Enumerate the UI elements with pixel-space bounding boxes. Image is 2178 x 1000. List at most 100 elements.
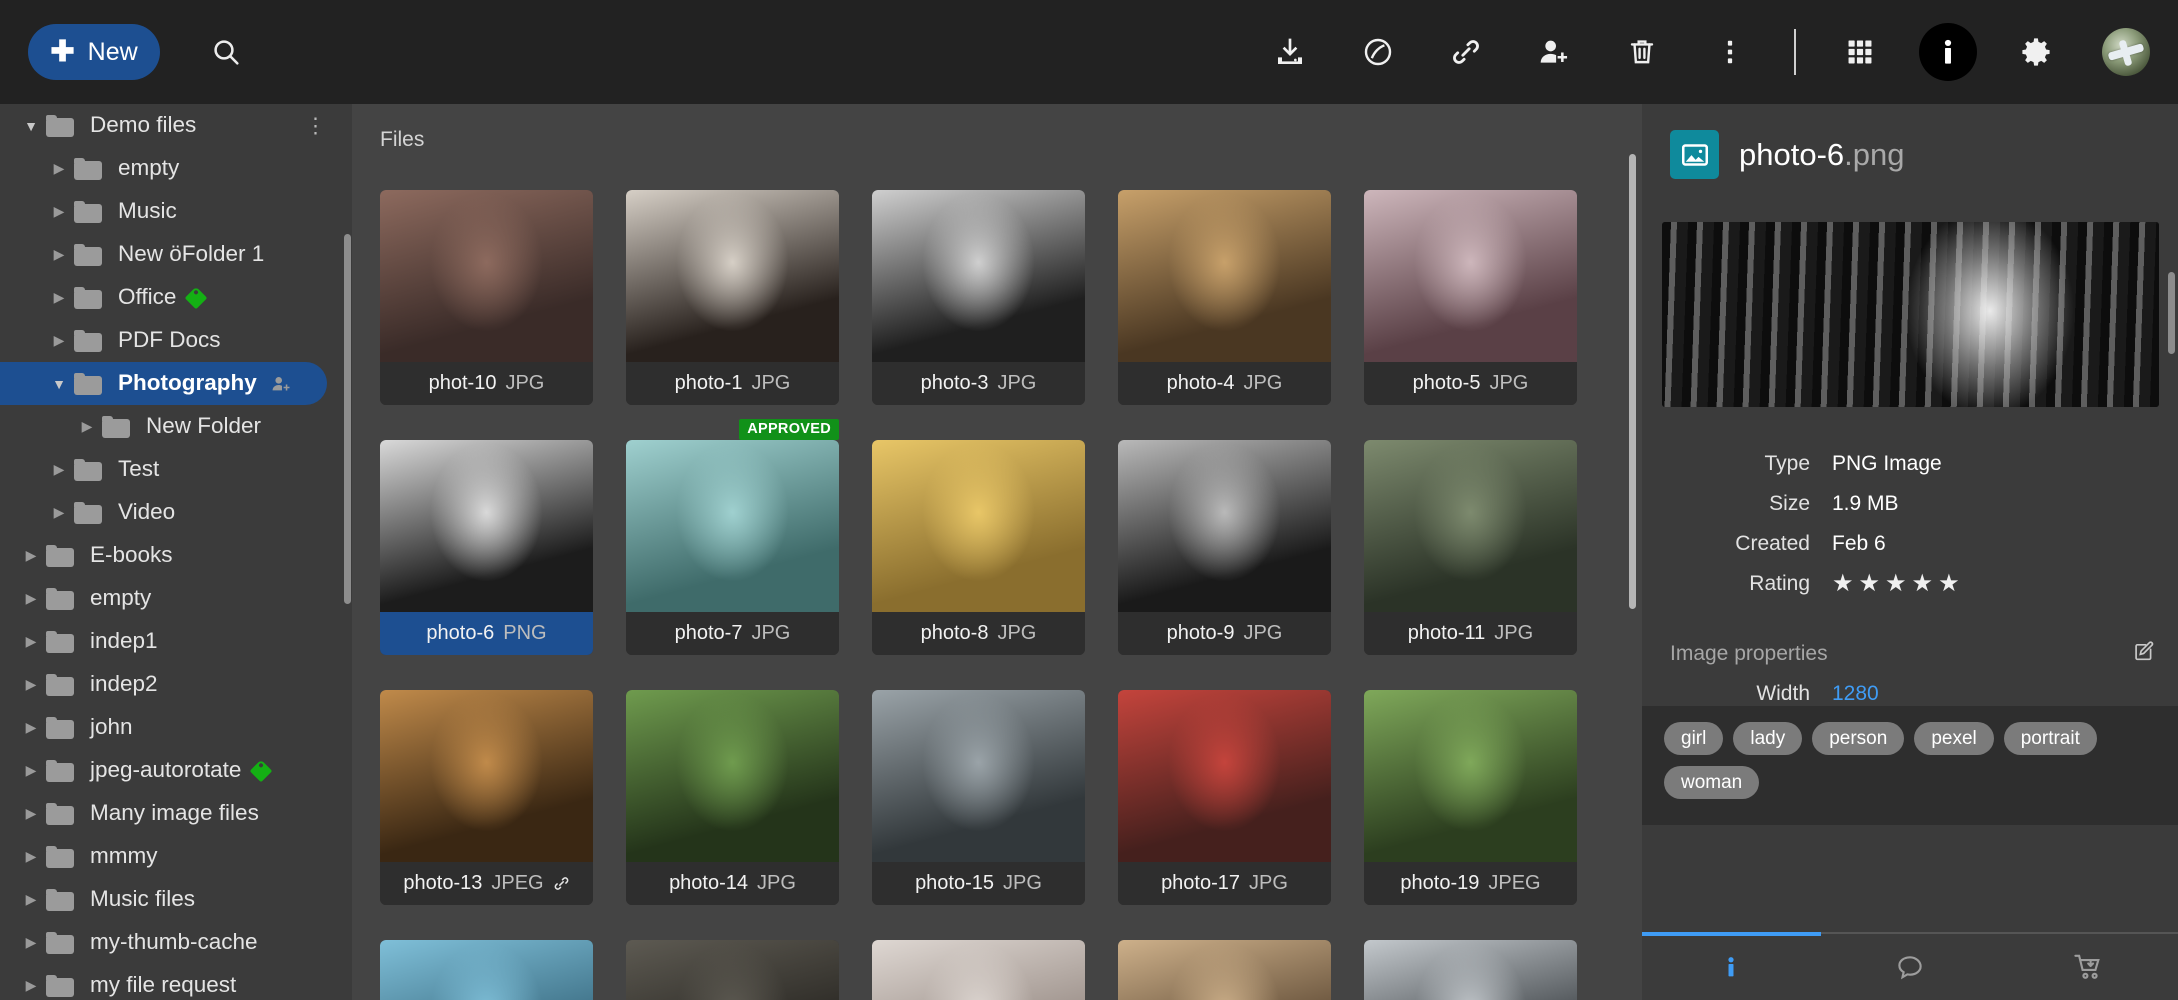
delete-trash-icon[interactable]: [1619, 29, 1665, 75]
sidebar-item-jpeg-autorotate[interactable]: ▶ jpeg-autorotate: [0, 749, 352, 792]
chevron-down-icon[interactable]: ▼: [18, 118, 44, 134]
sidebar-item-new-folder-1[interactable]: ▶ New öFolder 1: [0, 233, 352, 276]
file-card[interactable]: photo-21JPG: [626, 940, 839, 1000]
file-card[interactable]: photo-3 JPG: [872, 190, 1085, 405]
file-grid-scrollbar[interactable]: [1629, 154, 1636, 609]
tag-chip[interactable]: portrait: [2003, 722, 2097, 755]
file-card-wrapper: photo-13 JPEG: [380, 690, 593, 905]
settings-gear-icon[interactable]: [2013, 29, 2059, 75]
chevron-right-icon[interactable]: ▶: [74, 418, 100, 435]
chevron-right-icon[interactable]: ▶: [18, 934, 44, 951]
file-card[interactable]: photo-13 JPEG: [380, 690, 593, 905]
sidebar-item-e-books[interactable]: ▶ E-books: [0, 534, 352, 577]
sidebar-item-demo-files[interactable]: ▼ Demo files ⋮: [0, 104, 352, 147]
tag-chip[interactable]: lady: [1733, 722, 1803, 755]
file-card[interactable]: photo-1 JPG: [626, 190, 839, 405]
file-card[interactable]: photo-15 JPG: [872, 690, 1085, 905]
file-card[interactable]: photo-5 JPG: [1364, 190, 1577, 405]
chevron-down-icon[interactable]: ▼: [46, 376, 72, 392]
sidebar-item-mmmy[interactable]: ▶ mmmy: [0, 835, 352, 878]
sidebar-item-my-file-request[interactable]: ▶ my file request: [0, 964, 352, 1000]
star-icon[interactable]: ★: [1859, 572, 1881, 596]
avatar[interactable]: [2102, 28, 2150, 76]
chevron-right-icon[interactable]: ▶: [18, 590, 44, 607]
sidebar-item-test[interactable]: ▶ Test: [0, 448, 352, 491]
chevron-right-icon[interactable]: ▶: [46, 504, 72, 521]
file-card[interactable]: photo-22JPG: [872, 940, 1085, 1000]
add-user-icon[interactable]: [1531, 29, 1577, 75]
chevron-right-icon[interactable]: ▶: [18, 805, 44, 822]
chevron-right-icon[interactable]: ▶: [46, 289, 72, 306]
chevron-right-icon[interactable]: ▶: [18, 676, 44, 693]
tag-chip[interactable]: pexel: [1914, 722, 1994, 755]
comments-tab[interactable]: [1821, 934, 2000, 1000]
file-card-wrapper: photo-9 JPG: [1118, 440, 1331, 655]
sidebar-item-my-thumb-cache[interactable]: ▶ my-thumb-cache: [0, 921, 352, 964]
sidebar-item-new-folder[interactable]: ▶ New Folder: [0, 405, 352, 448]
file-card-wrapper: photo-22JPG: [872, 940, 1085, 1000]
sidebar-item-pdf-docs[interactable]: ▶ PDF Docs: [0, 319, 352, 362]
chevron-right-icon[interactable]: ▶: [46, 160, 72, 177]
file-card[interactable]: photo-24JPG: [1364, 940, 1577, 1000]
sidebar-item-music-files[interactable]: ▶ Music files: [0, 878, 352, 921]
folder-icon: [72, 241, 106, 268]
chevron-right-icon[interactable]: ▶: [18, 633, 44, 650]
star-icon[interactable]: ★: [1938, 572, 1960, 596]
star-icon[interactable]: ★: [1885, 572, 1907, 596]
more-vertical-icon[interactable]: [1707, 29, 1753, 75]
info-icon[interactable]: [1919, 23, 1977, 81]
star-rating[interactable]: ★ ★ ★ ★ ★: [1832, 572, 1960, 596]
chevron-right-icon[interactable]: ▶: [46, 461, 72, 478]
cart-tab[interactable]: [1999, 934, 2178, 1000]
sidebar-item-empty[interactable]: ▶ empty: [0, 147, 352, 190]
file-card[interactable]: photo-9 JPG: [1118, 440, 1331, 655]
sidebar-item-indep2[interactable]: ▶ indep2: [0, 663, 352, 706]
new-button[interactable]: ✚ New: [28, 24, 160, 80]
preview-eye-icon[interactable]: [1355, 29, 1401, 75]
star-icon[interactable]: ★: [1912, 572, 1934, 596]
tag-chip[interactable]: girl: [1664, 722, 1724, 755]
sidebar-item-music[interactable]: ▶ Music: [0, 190, 352, 233]
sidebar-item-john[interactable]: ▶ john: [0, 706, 352, 749]
chevron-right-icon[interactable]: ▶: [46, 203, 72, 220]
file-card[interactable]: phot-10 JPG: [380, 190, 593, 405]
info-tab[interactable]: [1642, 932, 1821, 1000]
sidebar-item-indep1[interactable]: ▶ indep1: [0, 620, 352, 663]
star-icon[interactable]: ★: [1832, 572, 1854, 596]
chevron-right-icon[interactable]: ▶: [18, 547, 44, 564]
file-card[interactable]: photo-20JPG: [380, 940, 593, 1000]
sidebar-item-photography[interactable]: ▼ Photography: [0, 362, 327, 405]
chevron-right-icon[interactable]: ▶: [18, 977, 44, 994]
sidebar-item-video[interactable]: ▶ Video: [0, 491, 352, 534]
file-card[interactable]: photo-7 JPG: [626, 440, 839, 655]
sidebar-item-many-image-files[interactable]: ▶ Many image files: [0, 792, 352, 835]
chevron-right-icon[interactable]: ▶: [18, 762, 44, 779]
folder-icon: [44, 972, 78, 999]
sidebar-item-empty[interactable]: ▶ empty: [0, 577, 352, 620]
file-preview-image[interactable]: [1662, 222, 2159, 407]
file-card[interactable]: photo-19 JPEG: [1364, 690, 1577, 905]
file-card[interactable]: photo-17 JPG: [1118, 690, 1331, 905]
details-scrollbar[interactable]: [2168, 272, 2175, 354]
link-share-icon[interactable]: [1443, 29, 1489, 75]
file-card[interactable]: photo-11 JPG: [1364, 440, 1577, 655]
sidebar-scrollbar[interactable]: [344, 234, 351, 604]
sidebar-item-office[interactable]: ▶ Office: [0, 276, 352, 319]
grid-view-icon[interactable]: [1837, 29, 1883, 75]
chevron-right-icon[interactable]: ▶: [46, 246, 72, 263]
tag-chip[interactable]: person: [1812, 722, 1905, 755]
file-card[interactable]: photo-6 PNG: [380, 440, 593, 655]
tag-chip[interactable]: woman: [1664, 766, 1760, 799]
edit-pencil-icon[interactable]: [2132, 639, 2156, 668]
chevron-right-icon[interactable]: ▶: [18, 891, 44, 908]
row-more-menu-icon[interactable]: ⋮: [305, 115, 326, 136]
file-card[interactable]: photo-14 JPG: [626, 690, 839, 905]
search-icon[interactable]: [203, 29, 249, 75]
download-icon[interactable]: [1267, 29, 1313, 75]
chevron-right-icon[interactable]: ▶: [46, 332, 72, 349]
file-card[interactable]: photo-4 JPG: [1118, 190, 1331, 405]
chevron-right-icon[interactable]: ▶: [18, 848, 44, 865]
chevron-right-icon[interactable]: ▶: [18, 719, 44, 736]
file-card[interactable]: photo-23JPG: [1118, 940, 1331, 1000]
file-card[interactable]: photo-8 JPG: [872, 440, 1085, 655]
